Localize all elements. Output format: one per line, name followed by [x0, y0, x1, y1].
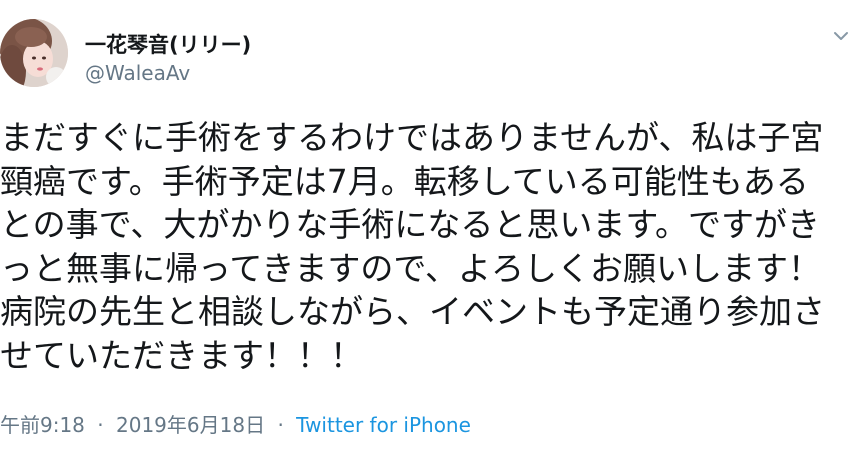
tweet-time[interactable]: 午前9:18 — [0, 413, 85, 437]
avatar-image — [0, 19, 68, 87]
meta-separator: · — [97, 413, 104, 437]
tweet-text-line: っと無事に帰ってきますので、よろしくお願いします！ — [0, 248, 822, 288]
user-handle[interactable]: @WaleaAv — [85, 61, 190, 85]
avatar[interactable] — [0, 19, 68, 87]
tweet-meta: 午前9:18 · 2019年6月18日 · Twitter for iPhone — [0, 409, 471, 438]
tweet-source-link[interactable]: Twitter for iPhone — [296, 413, 471, 437]
tweet-text-line: まだすぐに手術をするわけではありませんが、私は子宮 — [0, 118, 824, 157]
tweet-text-line: せていただきます！！！ — [0, 335, 363, 375]
display-name[interactable]: 一花琴音(リリー) — [85, 29, 251, 59]
tweet-text-line: 頸癌です。手術予定は7月。転移している可能性もある — [0, 161, 809, 201]
tweet-text-line: との事で、大がかりな手術になると思います。ですがき — [0, 205, 821, 244]
tweet-date[interactable]: 2019年6月18日 — [116, 413, 265, 437]
tweet-text-line: 病院の先生と相談しながら、イベントも予定通り参加さ — [0, 292, 825, 331]
meta-separator: · — [277, 413, 284, 437]
chevron-down-icon[interactable] — [833, 28, 849, 44]
tweet-text: まだすぐに手術をするわけではありませんが、私は子宮 頸癌です。手術予定は7月。転… — [0, 116, 850, 377]
tweet-card: 一花琴音(リリー) @WaleaAv まだすぐに手術をするわけではありませんが、… — [0, 0, 850, 450]
